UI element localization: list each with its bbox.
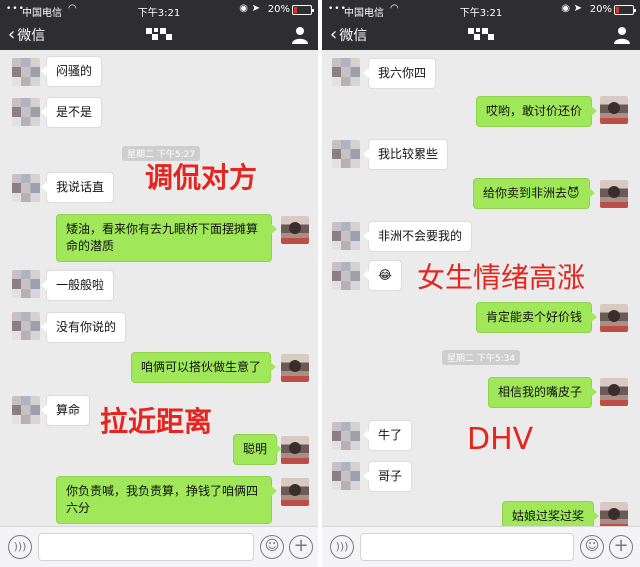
back-button[interactable]: ‹ 微信 — [8, 25, 45, 45]
message-outgoing[interactable]: 矮油，看来你有去九眼桥下面摆摊算命的潜质 — [56, 214, 277, 262]
profile-icon[interactable] — [292, 26, 308, 44]
contact-avatar[interactable] — [332, 422, 360, 450]
back-button[interactable]: ‹ 微信 — [330, 25, 367, 45]
chevron-left-icon: ‹ — [8, 24, 16, 45]
location-icon: ➤ — [251, 3, 260, 14]
message-incoming[interactable]: 算命 — [40, 395, 91, 426]
emoji-icon[interactable]: ☺ — [580, 535, 604, 559]
contact-avatar[interactable] — [332, 462, 360, 490]
chevron-left-icon: ‹ — [330, 24, 338, 45]
message-incoming[interactable]: 我六你四 — [362, 58, 437, 89]
contact-name-mosaic — [468, 28, 494, 42]
my-avatar[interactable] — [600, 378, 628, 406]
emoji-icon[interactable]: ☺ — [260, 535, 284, 559]
message-outgoing[interactable]: 咱俩可以搭伙做生意了 — [131, 352, 277, 383]
battery-icon — [614, 5, 636, 15]
contact-avatar[interactable] — [12, 174, 40, 202]
message-incoming[interactable]: 牛了 — [362, 420, 413, 451]
plus-icon[interactable]: + — [609, 535, 633, 559]
voice-input-icon[interactable]: ))) — [330, 535, 354, 559]
contact-avatar[interactable] — [12, 312, 40, 340]
annotation-text: DHV — [467, 422, 534, 457]
annotation-text: 拉近距离 — [100, 405, 213, 438]
contact-name-mosaic — [146, 28, 172, 42]
contact-avatar[interactable] — [12, 396, 40, 424]
message-outgoing[interactable]: 相信我的嘴皮子 — [488, 377, 598, 408]
nav-bar: ‹ 微信 — [322, 20, 640, 50]
message-incoming[interactable]: 我比较累些 — [362, 139, 449, 170]
timestamp: 星期二 下午5:34 — [442, 350, 521, 365]
input-bar: ))) ☺ + — [0, 526, 318, 567]
nav-bar: ‹ 微信 — [0, 20, 318, 50]
message-outgoing[interactable]: 你负责喊，我负责算，挣钱了咱俩四六分 — [56, 476, 277, 524]
message-outgoing[interactable]: 聪明 — [233, 434, 283, 465]
annotation-text: 女生情绪高涨 — [417, 261, 586, 294]
location-icon: ➤ — [573, 3, 582, 14]
message-input[interactable] — [360, 533, 574, 561]
message-incoming[interactable]: 一般般啦 — [40, 270, 115, 301]
back-label: 微信 — [17, 28, 46, 44]
rotation-lock-icon: ◉ — [561, 3, 570, 14]
contact-avatar[interactable] — [12, 98, 40, 126]
message-list: 我六你四 哎哟，敢讨价还价 我比较累些 给你卖到非洲去😈 非洲不会要我的 😂 女… — [322, 50, 640, 532]
message-incoming[interactable]: 我说话直 — [40, 172, 115, 203]
my-avatar[interactable] — [600, 180, 628, 208]
message-incoming[interactable]: 非洲不会要我的 — [362, 221, 473, 252]
battery-percent: 20% — [267, 4, 290, 15]
chat-screen-right: ••• 中国电信 ◠ 下午3:21 ◉ ➤ 20% ‹ 微信 我六你四 哎哟，敢… — [322, 0, 640, 567]
input-bar: ))) ☺ + — [322, 526, 640, 567]
voice-input-icon[interactable]: ))) — [8, 535, 32, 559]
plus-icon[interactable]: + — [289, 535, 313, 559]
message-outgoing[interactable]: 给你卖到非洲去😈 — [473, 178, 595, 209]
profile-icon[interactable] — [614, 26, 630, 44]
contact-avatar[interactable] — [332, 58, 360, 86]
message-incoming[interactable]: 哥子 — [362, 461, 413, 492]
message-outgoing[interactable]: 肯定能卖个好价钱 — [476, 302, 598, 333]
message-input[interactable] — [38, 533, 254, 561]
contact-avatar[interactable] — [12, 58, 40, 86]
message-incoming[interactable]: 没有你说的 — [40, 312, 127, 343]
my-avatar[interactable] — [600, 96, 628, 124]
message-incoming[interactable]: 😂 — [362, 260, 403, 291]
back-label: 微信 — [339, 28, 368, 44]
my-avatar[interactable] — [281, 478, 309, 506]
status-bar: ••• 中国电信 ◠ 下午3:21 ◉ ➤ 20% — [0, 0, 318, 20]
message-outgoing[interactable]: 哎哟，敢讨价还价 — [476, 96, 598, 127]
my-avatar[interactable] — [281, 216, 309, 244]
my-avatar[interactable] — [281, 354, 309, 382]
my-avatar[interactable] — [600, 304, 628, 332]
message-list: 闷骚的 是不是 星期二 下午5:27 调侃对方 我说话直 矮油，看来你有去九眼桥… — [0, 50, 318, 526]
my-avatar[interactable] — [281, 436, 309, 464]
annotation-text: 调侃对方 — [145, 161, 258, 194]
battery-icon — [292, 5, 314, 15]
contact-avatar[interactable] — [332, 140, 360, 168]
contact-avatar[interactable] — [332, 262, 360, 290]
contact-avatar[interactable] — [332, 222, 360, 250]
status-bar: ••• 中国电信 ◠ 下午3:21 ◉ ➤ 20% — [322, 0, 640, 20]
rotation-lock-icon: ◉ — [239, 3, 248, 14]
message-incoming[interactable]: 是不是 — [40, 97, 103, 128]
battery-percent: 20% — [589, 4, 612, 15]
message-incoming[interactable]: 闷骚的 — [40, 56, 103, 87]
chat-screen-left: ••• 中国电信 ◠ 下午3:21 ◉ ➤ 20% ‹ 微信 闷骚的 是不是 星… — [0, 0, 318, 567]
contact-avatar[interactable] — [12, 270, 40, 298]
